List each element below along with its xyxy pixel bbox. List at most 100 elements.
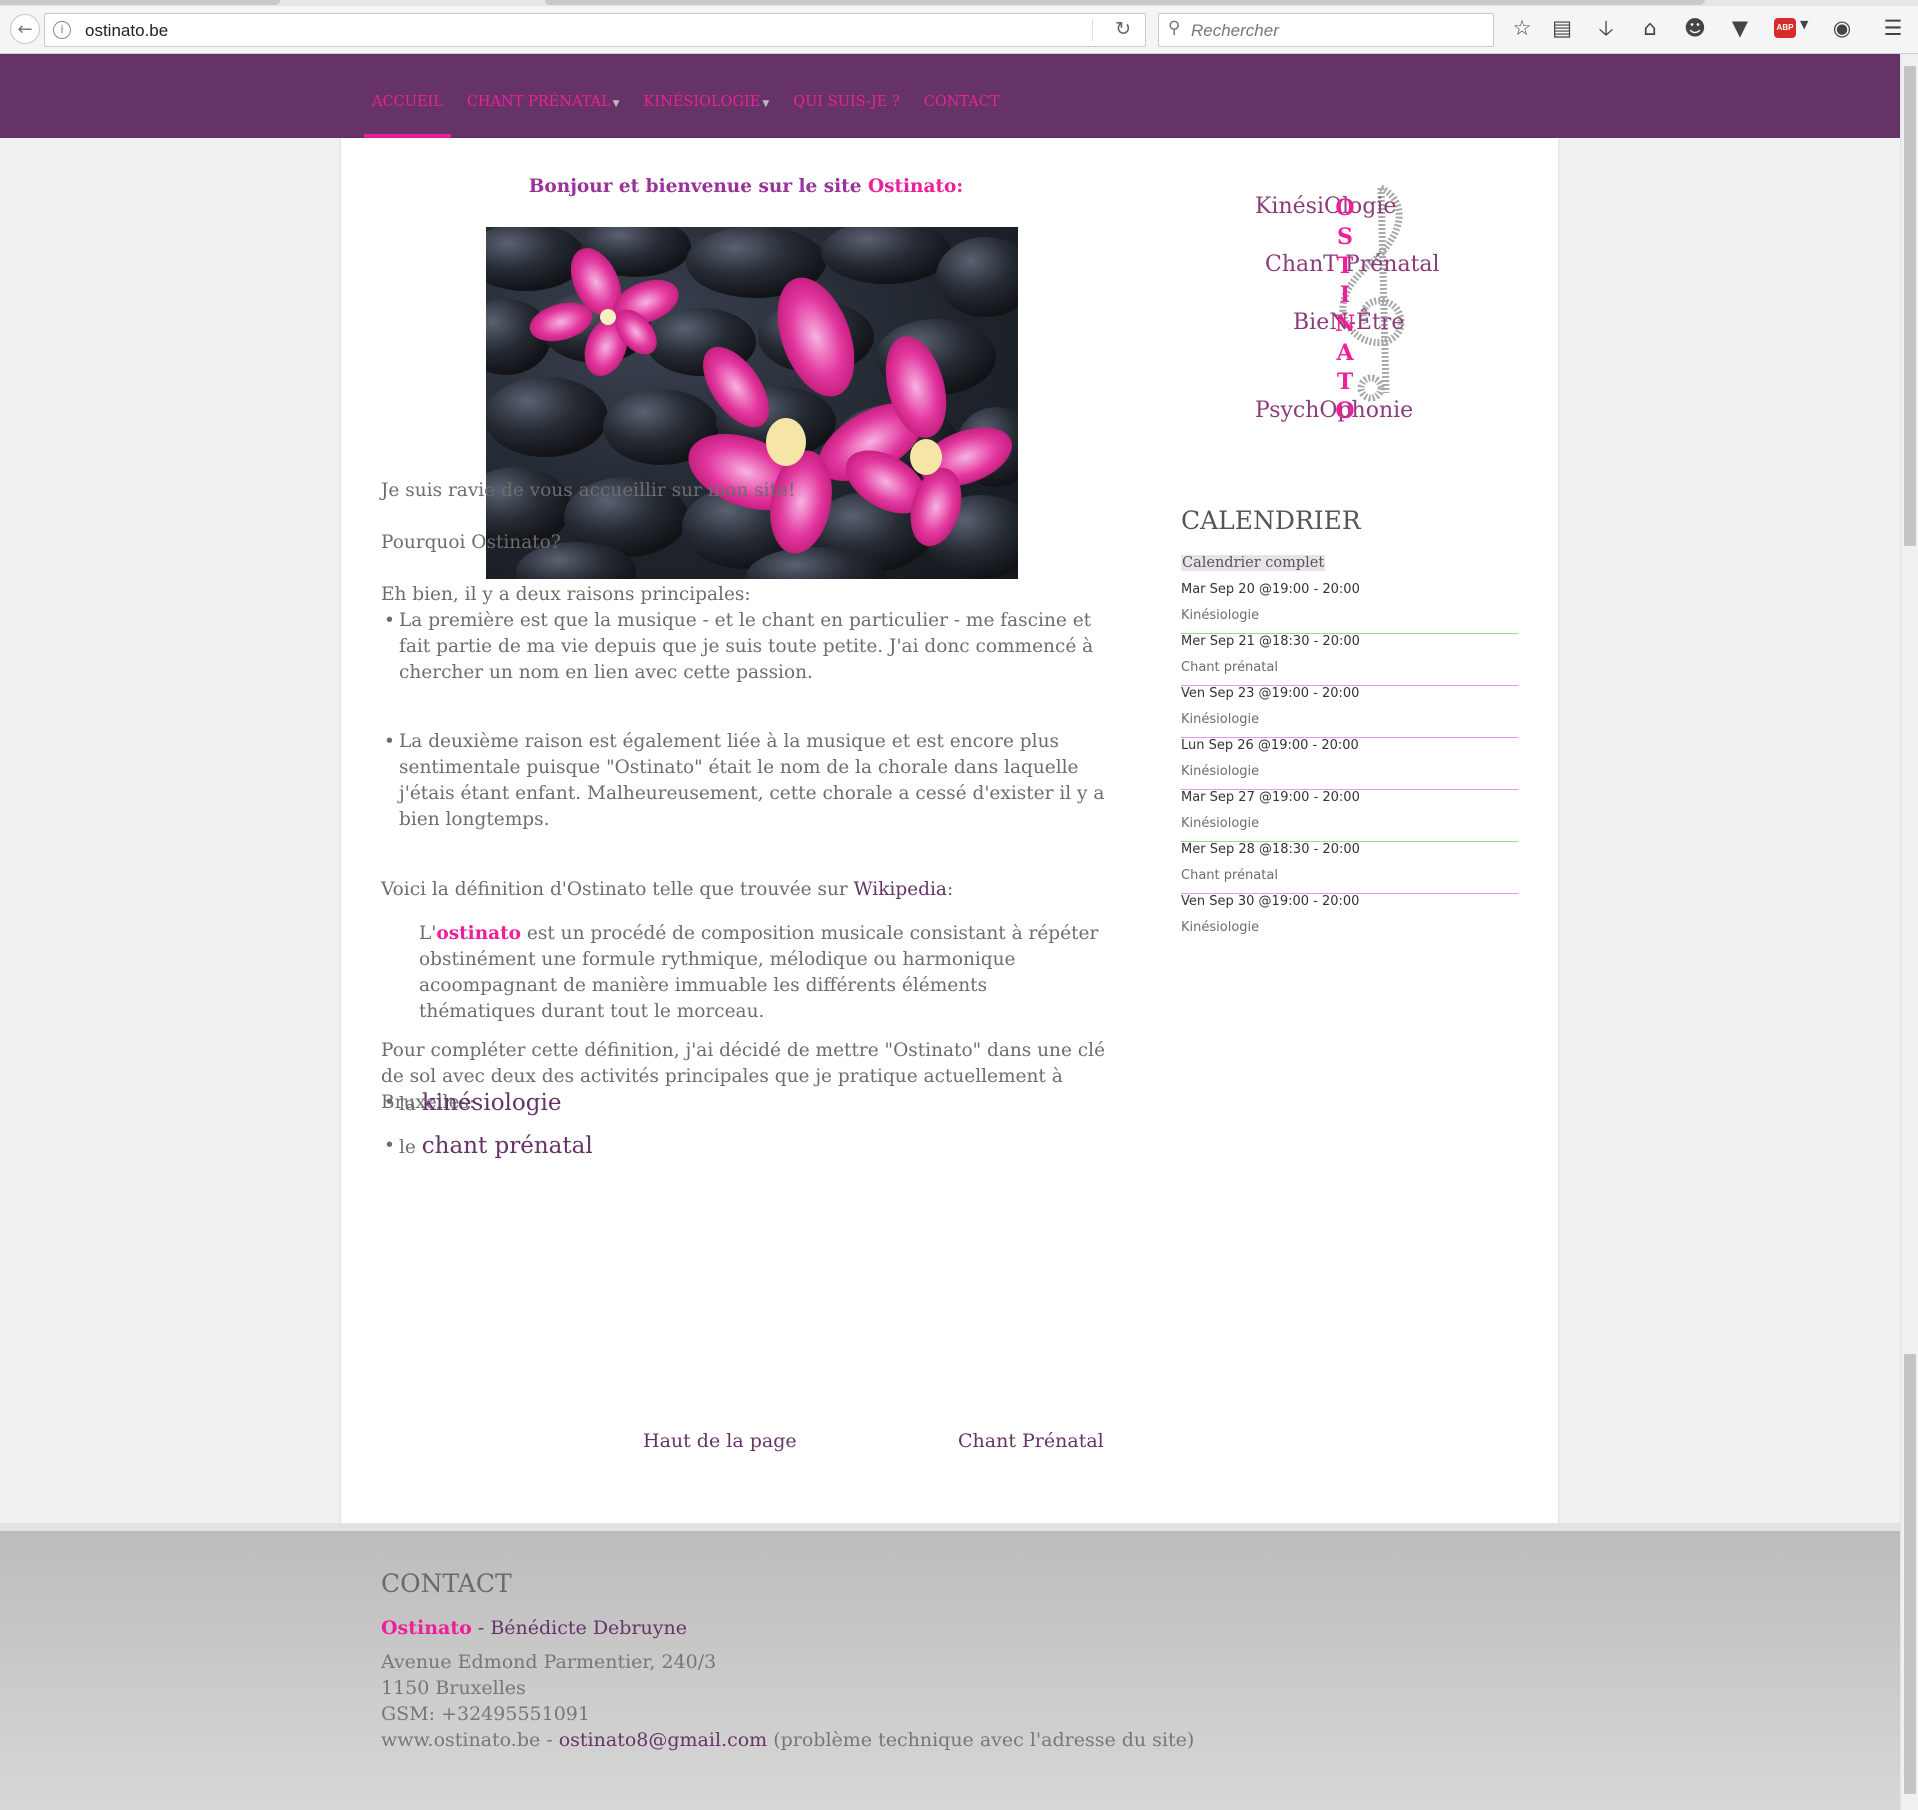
footer-email-link[interactable]: ostinato8@gmail.com <box>559 1729 767 1751</box>
bookmark-star-icon[interactable]: ☆ <box>1508 14 1536 42</box>
pocket-icon[interactable]: ▼ <box>1726 14 1754 42</box>
welcome-prefix: Bonjour et bienvenue sur le site <box>528 176 868 197</box>
footer-address-1: Avenue Edmond Parmentier, 240/3 <box>381 1651 717 1673</box>
list-item: la kinésiologie <box>384 1090 1124 1118</box>
download-icon[interactable]: 🡣 <box>1592 14 1620 42</box>
scrollbar-thumb-secondary[interactable] <box>1904 1354 1916 1794</box>
list-item: le chant prénatal <box>384 1133 1124 1161</box>
footer-gsm: GSM: +32495551091 <box>381 1703 590 1725</box>
logo-letter: O <box>1335 195 1355 221</box>
chant-prenatal-link[interactable]: chant prénatal <box>422 1133 593 1159</box>
nav-item-label: CONTACT <box>923 94 1000 110</box>
search-placeholder[interactable]: Rechercher <box>1191 21 1279 41</box>
event-title: Kinésiologie <box>1181 816 1260 831</box>
kinesiologie-link[interactable]: kinésiologie <box>422 1090 562 1116</box>
footer-name: Ostinato - Bénédicte Debruyne <box>381 1615 1194 1641</box>
nav-item-label: KINÉSIOLOGIE <box>643 94 761 110</box>
search-bar[interactable]: ⚲ Rechercher <box>1158 13 1494 47</box>
activity-prefix: le <box>399 1137 422 1158</box>
back-arrow-icon[interactable]: ← <box>10 14 40 44</box>
home-icon[interactable]: ⌂ <box>1636 14 1664 42</box>
definition-intro: Voici la définition d'Ostinato telle que… <box>381 877 1121 903</box>
nav-item-contact[interactable]: CONTACT <box>912 94 1012 110</box>
quote-prefix: L' <box>419 923 437 944</box>
definition-quote: L'ostinato est un procédé de composition… <box>419 921 1099 1025</box>
chevron-down-icon: ▼ <box>762 99 770 109</box>
footer-brand: Ostinato <box>381 1617 472 1639</box>
logo-letter: I <box>1339 282 1351 308</box>
ostinato-logo: KinésiOlogie ChanT Prénatal BieN-Être Ps… <box>1255 178 1511 424</box>
calendar-event[interactable]: Lun Sep 26 @19:00 - 20:00 Kinésiologie <box>1181 738 1518 790</box>
footer-person: - Bénédicte Debruyne <box>471 1617 687 1639</box>
calendar-event[interactable]: Mer Sep 21 @18:30 - 20:00 Chant prénatal <box>1181 634 1518 686</box>
welcome-brand: Ostinato: <box>867 176 964 197</box>
logo-letter: T <box>1336 369 1354 395</box>
footer-site: www.ostinato.be - <box>381 1729 559 1751</box>
menu-icon[interactable]: ☰ <box>1879 14 1907 42</box>
footer: CONTACT Ostinato - Bénédicte Debruyne Av… <box>0 1523 1900 1810</box>
main-card: Bonjour et bienvenue sur le site Ostinat… <box>341 138 1558 1544</box>
calendar-event[interactable]: Ven Sep 30 @19:00 - 20:00 Kinésiologie <box>1181 894 1518 946</box>
logo-letter: N <box>1335 311 1356 337</box>
chevron-down-icon[interactable]: ▼ <box>1800 18 1808 31</box>
footer-title: CONTACT <box>381 1569 512 1598</box>
info-icon[interactable]: i <box>53 21 71 39</box>
calendar-event[interactable]: Ven Sep 23 @19:00 - 20:00 Kinésiologie <box>1181 686 1518 738</box>
logo-line-1: KinésiOlogie <box>1255 194 1397 219</box>
nav-item-qui-suis-je[interactable]: QUI SUIS-JE ? <box>781 94 911 110</box>
tab-strip <box>0 0 1918 6</box>
footer-address-2: 1150 Bruxelles <box>381 1677 526 1699</box>
scrollbar[interactable] <box>1900 54 1918 1810</box>
nav-item-chant-prenatal[interactable]: CHANT PRÉNATAL ▼ <box>455 94 632 110</box>
reading-list-icon[interactable]: ▤ <box>1548 14 1576 42</box>
nav-item-label: CHANT PRÉNATAL <box>466 94 611 110</box>
footer-note: (problème technique avec l'adresse du si… <box>767 1729 1195 1751</box>
scrollbar-thumb[interactable] <box>1904 66 1916 546</box>
quote-text: est un procédé de composition musicale c… <box>419 923 1099 1022</box>
reasons-intro: Eh bien, il y a deux raisons principales… <box>381 584 751 605</box>
list-item: La première est que la musique - et le c… <box>384 608 1124 686</box>
full-calendar-link[interactable]: Calendrier complet <box>1181 555 1326 571</box>
definition-intro-text: Voici la définition d'Ostinato telle que… <box>381 879 854 900</box>
event-divider <box>1181 945 1518 946</box>
key-icon[interactable]: ◉ <box>1828 14 1856 42</box>
logo-letter: O <box>1335 398 1355 424</box>
chevron-down-icon: ▼ <box>612 99 620 109</box>
tab[interactable] <box>0 0 280 5</box>
calendar-event[interactable]: Mar Sep 20 @19:00 - 20:00 Kinésiologie <box>1181 582 1518 634</box>
event-time: Lun Sep 26 @19:00 - 20:00 <box>1181 738 1359 753</box>
event-title: Kinésiologie <box>1181 764 1260 779</box>
event-title: Kinésiologie <box>1181 608 1260 623</box>
back-to-top-link[interactable]: Haut de la page <box>643 1430 797 1452</box>
adblock-icon[interactable]: ABP <box>1774 18 1796 38</box>
nav-item-label: ACCUEIL <box>372 94 443 110</box>
tab-active[interactable] <box>545 0 1705 5</box>
search-icon: ⚲ <box>1168 18 1181 38</box>
next-page-link[interactable]: Chant Prénatal <box>958 1430 1104 1452</box>
footer-web-line: www.ostinato.be - ostinato8@gmail.com (p… <box>381 1727 1194 1753</box>
list-item: La deuxième raison est également liée à … <box>384 729 1124 833</box>
nav-item-kinesiologie[interactable]: KINÉSIOLOGIE ▼ <box>632 94 782 110</box>
event-time: Ven Sep 30 @19:00 - 20:00 <box>1181 894 1360 909</box>
wikipedia-link[interactable]: Wikipedia <box>854 879 947 900</box>
event-title: Chant prénatal <box>1181 868 1278 883</box>
event-title: Kinésiologie <box>1181 920 1260 935</box>
event-time: Mar Sep 27 @19:00 - 20:00 <box>1181 790 1360 805</box>
page-title: Bonjour et bienvenue sur le site Ostinat… <box>381 174 1111 200</box>
url-text[interactable]: ostinato.be <box>85 21 168 41</box>
footer-contact: CONTACT Ostinato - Bénédicte Debruyne Av… <box>381 1571 1194 1753</box>
calendar-event[interactable]: Mer Sep 28 @18:30 - 20:00 Chant prénatal <box>1181 842 1518 894</box>
address-bar[interactable]: i ostinato.be ↻ <box>44 13 1146 47</box>
activity-prefix: la <box>399 1094 422 1115</box>
nav-item-accueil[interactable]: ACCUEIL <box>360 94 455 138</box>
divider <box>1092 19 1093 41</box>
calendar-event[interactable]: Mar Sep 27 @19:00 - 20:00 Kinésiologie <box>1181 790 1518 842</box>
smiley-icon[interactable]: ☻ <box>1681 14 1709 42</box>
reload-icon[interactable]: ↻ <box>1115 18 1131 40</box>
colon-text: : <box>946 879 954 900</box>
why-text: Pourquoi Ostinato? <box>381 532 561 553</box>
intro-text: Je suis ravie de vous accueillir sur mon… <box>381 480 796 501</box>
nav-item-label: QUI SUIS-JE ? <box>793 94 900 110</box>
event-title: Chant prénatal <box>1181 660 1278 675</box>
hero-orchid-image <box>486 227 1018 579</box>
